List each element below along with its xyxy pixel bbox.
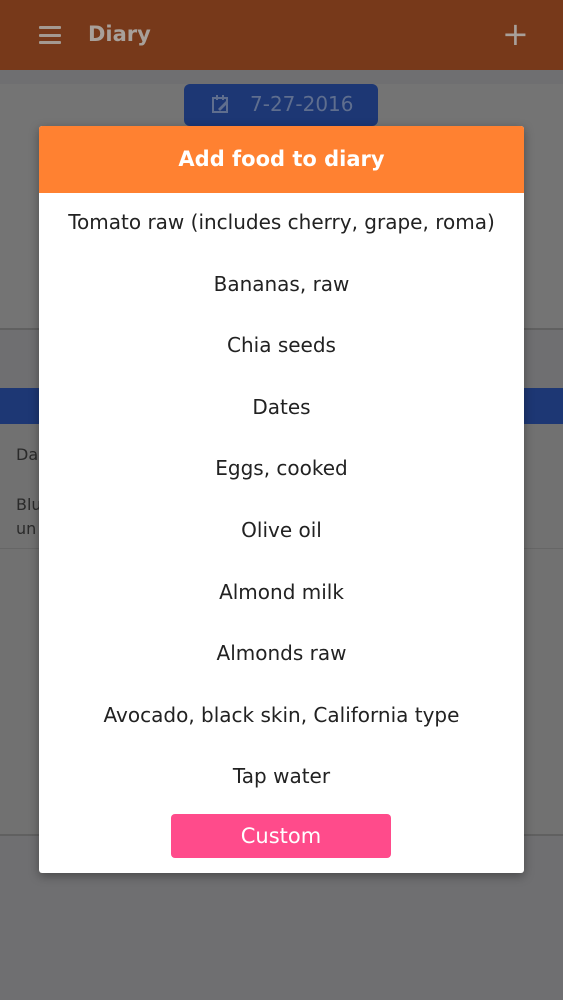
food-item[interactable]: Olive oil xyxy=(39,501,524,563)
food-item[interactable]: Almonds raw xyxy=(39,624,524,686)
calendar-edit-icon xyxy=(212,95,228,113)
hamburger-menu-icon[interactable] xyxy=(39,26,61,44)
food-item[interactable]: Almond milk xyxy=(39,563,524,625)
list-item: Da xyxy=(16,445,39,464)
food-item[interactable]: Dates xyxy=(39,378,524,440)
food-item[interactable]: Tap water xyxy=(39,747,524,809)
food-item[interactable]: Tomato raw (includes cherry, grape, roma… xyxy=(39,193,524,255)
date-label: 7-27-2016 xyxy=(250,92,354,116)
food-list: Tomato raw (includes cherry, grape, roma… xyxy=(39,193,524,809)
food-item[interactable]: Chia seeds xyxy=(39,316,524,378)
app-bar: Diary + xyxy=(0,0,563,70)
date-button[interactable]: 7-27-2016 xyxy=(184,84,378,126)
list-item: un xyxy=(16,519,37,538)
add-food-dialog: Add food to diary Tomato raw (includes c… xyxy=(39,126,524,873)
dialog-title: Add food to diary xyxy=(39,126,524,193)
list-item: Blu xyxy=(16,495,42,514)
food-item[interactable]: Eggs, cooked xyxy=(39,439,524,501)
food-item[interactable]: Avocado, black skin, California type xyxy=(39,686,524,748)
page-title: Diary xyxy=(88,22,151,46)
plus-icon[interactable]: + xyxy=(502,18,529,50)
custom-button[interactable]: Custom xyxy=(171,814,391,858)
food-item[interactable]: Bananas, raw xyxy=(39,255,524,317)
